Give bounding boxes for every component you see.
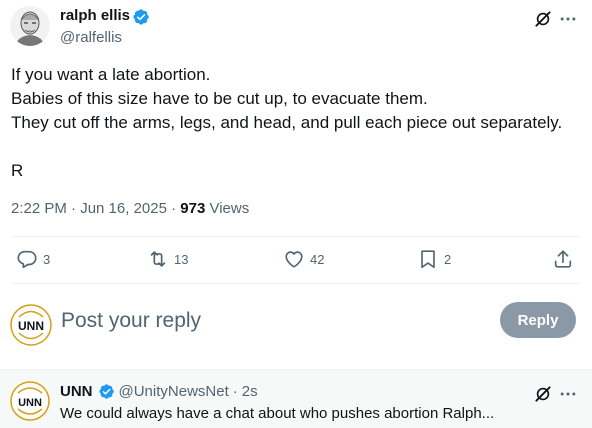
divider <box>11 236 581 237</box>
divider <box>11 283 581 284</box>
grok-icon[interactable] <box>533 9 553 29</box>
repost-count: 13 <box>174 251 189 267</box>
post-body-line: If you want a late abortion. <box>11 65 211 84</box>
bookmark-action[interactable]: 2 <box>417 247 451 271</box>
post-timestamp[interactable]: 2:22 PM · Jun 16, 2025 · <box>11 200 180 217</box>
author-avatar[interactable] <box>10 6 50 46</box>
verified-badge-icon[interactable] <box>98 383 115 400</box>
reply-count: 3 <box>43 251 51 267</box>
author-avatar-image <box>10 6 50 46</box>
views-count: 973 <box>180 200 206 217</box>
like-action[interactable]: 42 <box>283 247 324 271</box>
post-signature: R <box>11 161 24 180</box>
reply-timestamp[interactable]: 2s <box>242 383 258 400</box>
views-label: Views <box>205 200 250 217</box>
reply-input[interactable]: Post your reply <box>61 309 201 333</box>
post-body: If you want a late abortion. Babies of t… <box>11 63 586 183</box>
reply-button[interactable]: Reply <box>500 302 576 338</box>
reply-separator: · <box>232 383 238 400</box>
bookmark-count: 2 <box>444 251 452 267</box>
reply-header: UNN @UnityNewsNet · 2s <box>60 383 258 400</box>
author-name[interactable]: ralph ellis <box>60 7 130 24</box>
post-meta: 2:22 PM · Jun 16, 2025 · 973 Views <box>11 200 249 217</box>
like-icon <box>285 251 303 268</box>
author-handle[interactable]: @ralfellis <box>60 29 122 46</box>
reply-item[interactable]: UNN UNN @UnityNewsNet · 2s We could alwa… <box>0 369 592 428</box>
reply-author-handle[interactable]: @UnityNewsNet <box>119 383 229 400</box>
post-body-spacer <box>11 135 586 159</box>
post-body-line: They cut off the arms, legs, and head, a… <box>11 113 563 132</box>
like-count: 42 <box>310 251 325 267</box>
more-icon[interactable] <box>558 384 578 404</box>
grok-icon[interactable] <box>533 384 553 404</box>
composer-avatar[interactable]: UNN <box>10 304 52 346</box>
share-action[interactable] <box>552 247 574 271</box>
verified-badge-icon[interactable] <box>132 8 150 26</box>
reply-avatar-label: UNN <box>18 397 42 409</box>
more-icon[interactable] <box>558 9 578 29</box>
reply-action[interactable]: 3 <box>16 247 50 271</box>
composer-avatar-label: UNN <box>18 319 44 333</box>
reply-author-name[interactable]: UNN <box>60 383 93 400</box>
reply-icon <box>17 250 37 269</box>
reply-avatar[interactable]: UNN <box>10 381 50 421</box>
bookmark-icon <box>421 250 435 269</box>
repost-action[interactable]: 13 <box>147 247 188 271</box>
reply-composer: UNN Post your reply Reply <box>0 296 592 358</box>
share-icon <box>554 250 572 268</box>
post-body-line: Babies of this size have to be cut up, t… <box>11 89 428 108</box>
repost-icon <box>150 251 166 267</box>
reply-text: We could always have a chat about who pu… <box>60 405 495 422</box>
